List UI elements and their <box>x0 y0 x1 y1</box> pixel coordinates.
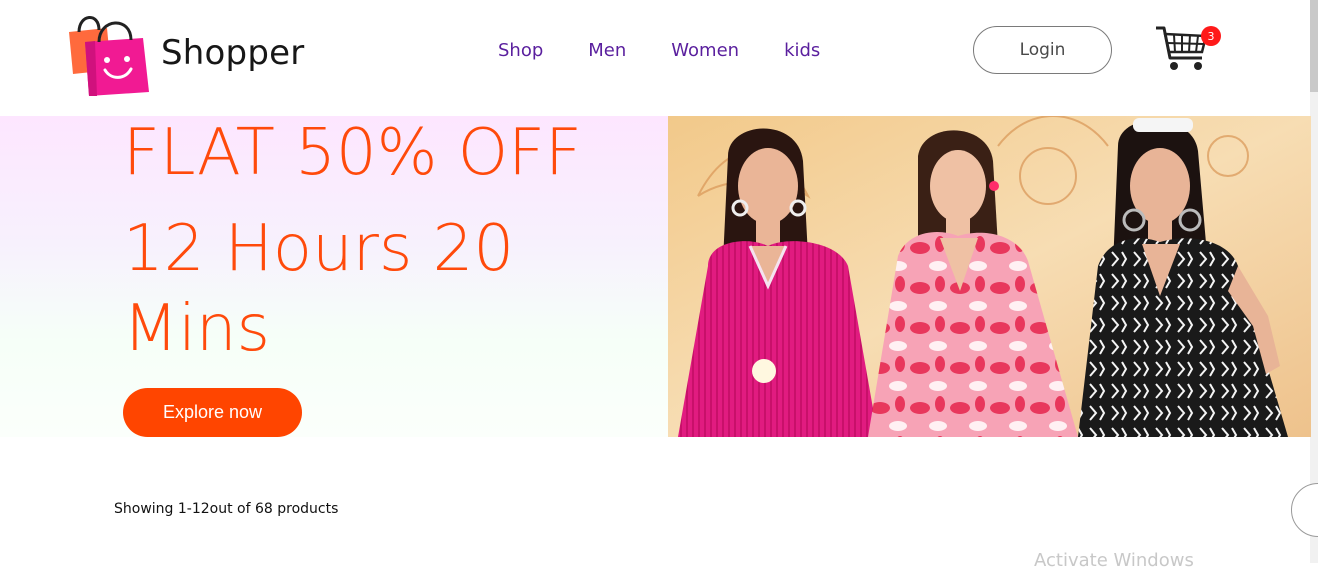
hero-section: FLAT 50% OFF 12 Hours 20 Mins Explore no… <box>0 116 668 437</box>
product-count-text: Showing 1-12out of 68 products <box>114 501 339 517</box>
activate-windows-watermark: Activate Windows <box>1034 550 1194 571</box>
hero-timer-line: 12 Hours 20 <box>123 212 515 286</box>
login-button[interactable]: Login <box>973 26 1112 74</box>
logo[interactable]: Shopper <box>55 8 304 98</box>
scrollbar-thumb[interactable] <box>1310 0 1318 92</box>
nav-menu: Shop Men Women kids <box>498 40 865 61</box>
floating-action-button[interactable] <box>1291 483 1318 537</box>
nav-item-kids[interactable]: kids <box>784 40 820 61</box>
navbar: Shopper Shop Men Women kids Login 3 <box>0 0 1310 116</box>
shopping-bag-logo-icon <box>69 16 149 96</box>
hero-offer-text: FLAT 50% OFF <box>123 116 582 190</box>
hero-banner-image <box>668 116 1311 437</box>
nav-item-shop[interactable]: Shop <box>498 40 543 61</box>
nav-item-women[interactable]: Women <box>671 40 739 61</box>
brand-name: Shopper <box>161 33 305 73</box>
explore-now-button[interactable]: Explore now <box>123 388 302 437</box>
hero-timer-unit: Mins <box>123 292 270 366</box>
page-scrollbar[interactable] <box>1310 0 1318 563</box>
cart-count-badge: 3 <box>1201 26 1221 46</box>
nav-item-men[interactable]: Men <box>588 40 626 61</box>
